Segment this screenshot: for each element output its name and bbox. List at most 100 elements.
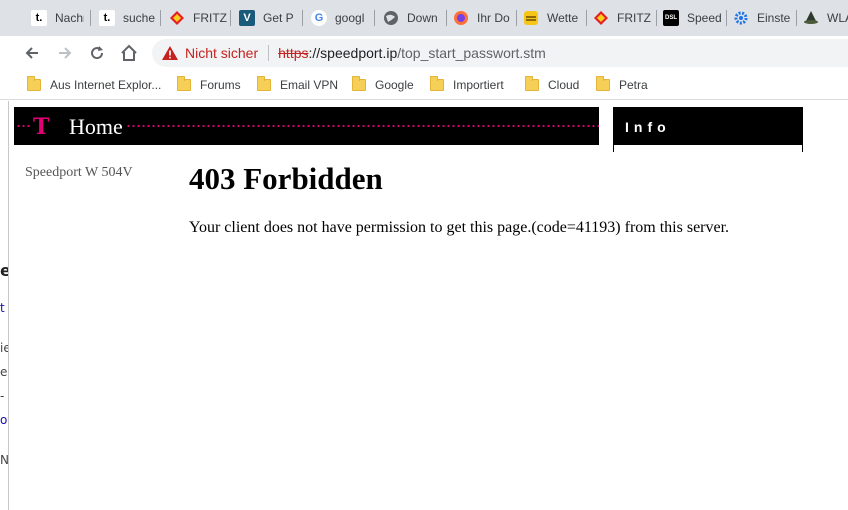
folder-icon (352, 76, 366, 91)
bookmark-label: Google (375, 78, 414, 92)
url-scheme: https (278, 45, 309, 61)
tab-title: FRITZ (193, 11, 227, 25)
folder-icon (177, 76, 191, 91)
gear-icon (733, 10, 749, 26)
not-secure-label[interactable]: Nicht sicher (185, 45, 258, 61)
left-frame-text: e (0, 261, 8, 280)
fritzbox-icon (169, 10, 185, 26)
t-online-icon: t. (99, 10, 115, 26)
folder-icon (596, 76, 610, 91)
tab-google[interactable]: G googl (304, 6, 374, 30)
weather-icon (523, 10, 539, 26)
dsl-forum-icon: DSL (663, 10, 679, 26)
left-frame-text: e (0, 365, 8, 379)
tab-weather[interactable]: Wette (516, 6, 586, 30)
tab-title: suche (123, 11, 156, 25)
tab-title: WLA (827, 11, 848, 25)
tab-t-online-search[interactable]: t. suche (92, 6, 158, 30)
bookmark-label: Email VPN (280, 78, 339, 92)
v-logo-icon: V (239, 10, 255, 26)
left-frame-text: N (0, 453, 9, 467)
bookmark-folder-ie[interactable]: Aus Internet Explor... (27, 76, 161, 94)
tab-title: Get P (263, 11, 294, 25)
warning-triangle-icon[interactable] (162, 45, 178, 61)
tab-title: Wette (547, 11, 579, 25)
folder-icon (430, 76, 444, 91)
tab-separator (302, 10, 303, 26)
tab-fritz-1[interactable]: FRITZ (162, 6, 230, 30)
globe-icon (383, 10, 399, 26)
bookmark-label: Cloud (548, 78, 580, 92)
tab-strip: t. Nachr t. suche FRITZ V Get P G googl … (0, 0, 848, 36)
bookmark-folder-forums[interactable]: Forums (177, 76, 241, 94)
firefox-icon (453, 10, 469, 26)
tab-separator (374, 10, 375, 26)
tab-title: Down (407, 11, 438, 25)
tab-t-online-news[interactable]: t. Nachr (24, 6, 84, 30)
folder-icon (257, 76, 271, 91)
bookmark-label: Importiert (453, 78, 504, 92)
tab-title: Speed (687, 11, 722, 25)
bookmark-folder-google[interactable]: Google (352, 76, 414, 94)
home-button[interactable] (117, 41, 141, 65)
tab-title: googl (335, 11, 365, 25)
browser-toolbar: Nicht sicher https://speedport.ip/top_st… (0, 36, 848, 70)
dotted-line (16, 125, 32, 127)
google-icon: G (311, 10, 327, 26)
url-path: /top_start_passwort.stm (397, 45, 546, 61)
url-text[interactable]: https://speedport.ip/top_start_passwort.… (278, 45, 546, 61)
tab-title: FRITZ (617, 11, 651, 25)
left-frame: e t ie e - ov N (0, 101, 9, 510)
info-frame-border (613, 145, 803, 152)
left-frame-text: ie (0, 341, 8, 355)
arrow-left-icon (25, 47, 38, 59)
bookmark-folder-cloud[interactable]: Cloud (525, 76, 579, 94)
bookmark-label: Petra (619, 78, 648, 92)
home-link[interactable]: Home (69, 114, 123, 140)
back-button[interactable] (20, 41, 44, 65)
bookmark-folder-importiert[interactable]: Importiert (430, 76, 504, 94)
dotted-line (126, 125, 599, 127)
address-divider (268, 45, 270, 61)
tab-title: Einste (757, 11, 791, 25)
bookmark-label: Forums (200, 78, 241, 92)
tab-wlan[interactable]: WLA (796, 6, 848, 30)
left-frame-text: - (0, 389, 5, 403)
home-icon (121, 44, 137, 61)
tab-settings[interactable]: Einste (726, 6, 796, 30)
tab-dsl-forum[interactable]: DSL Speed (656, 6, 726, 30)
tab-separator (90, 10, 91, 26)
tab-get-p[interactable]: V Get P (232, 6, 302, 30)
device-name: Speedport W 504V (25, 165, 133, 180)
telekom-logo: T (33, 114, 50, 140)
tab-separator (230, 10, 231, 26)
page-viewport: e t ie e - ov N T Home Info Speedport W … (0, 101, 848, 510)
info-link[interactable]: Info (625, 119, 671, 135)
error-message: Your client does not have permission to … (189, 219, 730, 236)
url-host: ://speedport.ip (308, 45, 398, 61)
forward-button[interactable] (53, 41, 77, 65)
tab-title: Ihr Do (477, 11, 510, 25)
error-title: 403 Forbidden (189, 161, 383, 196)
tab-download[interactable]: Down (376, 6, 446, 30)
home-header-bar: T Home (14, 107, 599, 145)
fritzbox-icon (593, 10, 609, 26)
bookmark-label: Aus Internet Explor... (50, 78, 162, 92)
arrow-right-icon (59, 47, 72, 59)
left-frame-text[interactable]: t (0, 301, 5, 315)
bookmark-folder-petra[interactable]: Petra (596, 76, 648, 94)
tab-separator (160, 10, 161, 26)
tab-fritz-2[interactable]: FRITZ (586, 6, 656, 30)
info-header-bar: Info (613, 107, 803, 145)
reload-button[interactable] (85, 41, 109, 65)
tab-title: Nachr (55, 11, 84, 25)
tab-firefox[interactable]: Ihr Do (446, 6, 516, 30)
reload-icon (91, 46, 104, 60)
left-frame-text[interactable]: ov (0, 413, 8, 427)
wizard-icon (803, 10, 819, 26)
folder-icon (525, 76, 539, 91)
t-online-icon: t. (31, 10, 47, 26)
bookmark-folder-email-vpn[interactable]: Email VPN (257, 76, 338, 94)
address-bar[interactable]: Nicht sicher https://speedport.ip/top_st… (152, 39, 848, 67)
folder-icon (27, 76, 41, 91)
